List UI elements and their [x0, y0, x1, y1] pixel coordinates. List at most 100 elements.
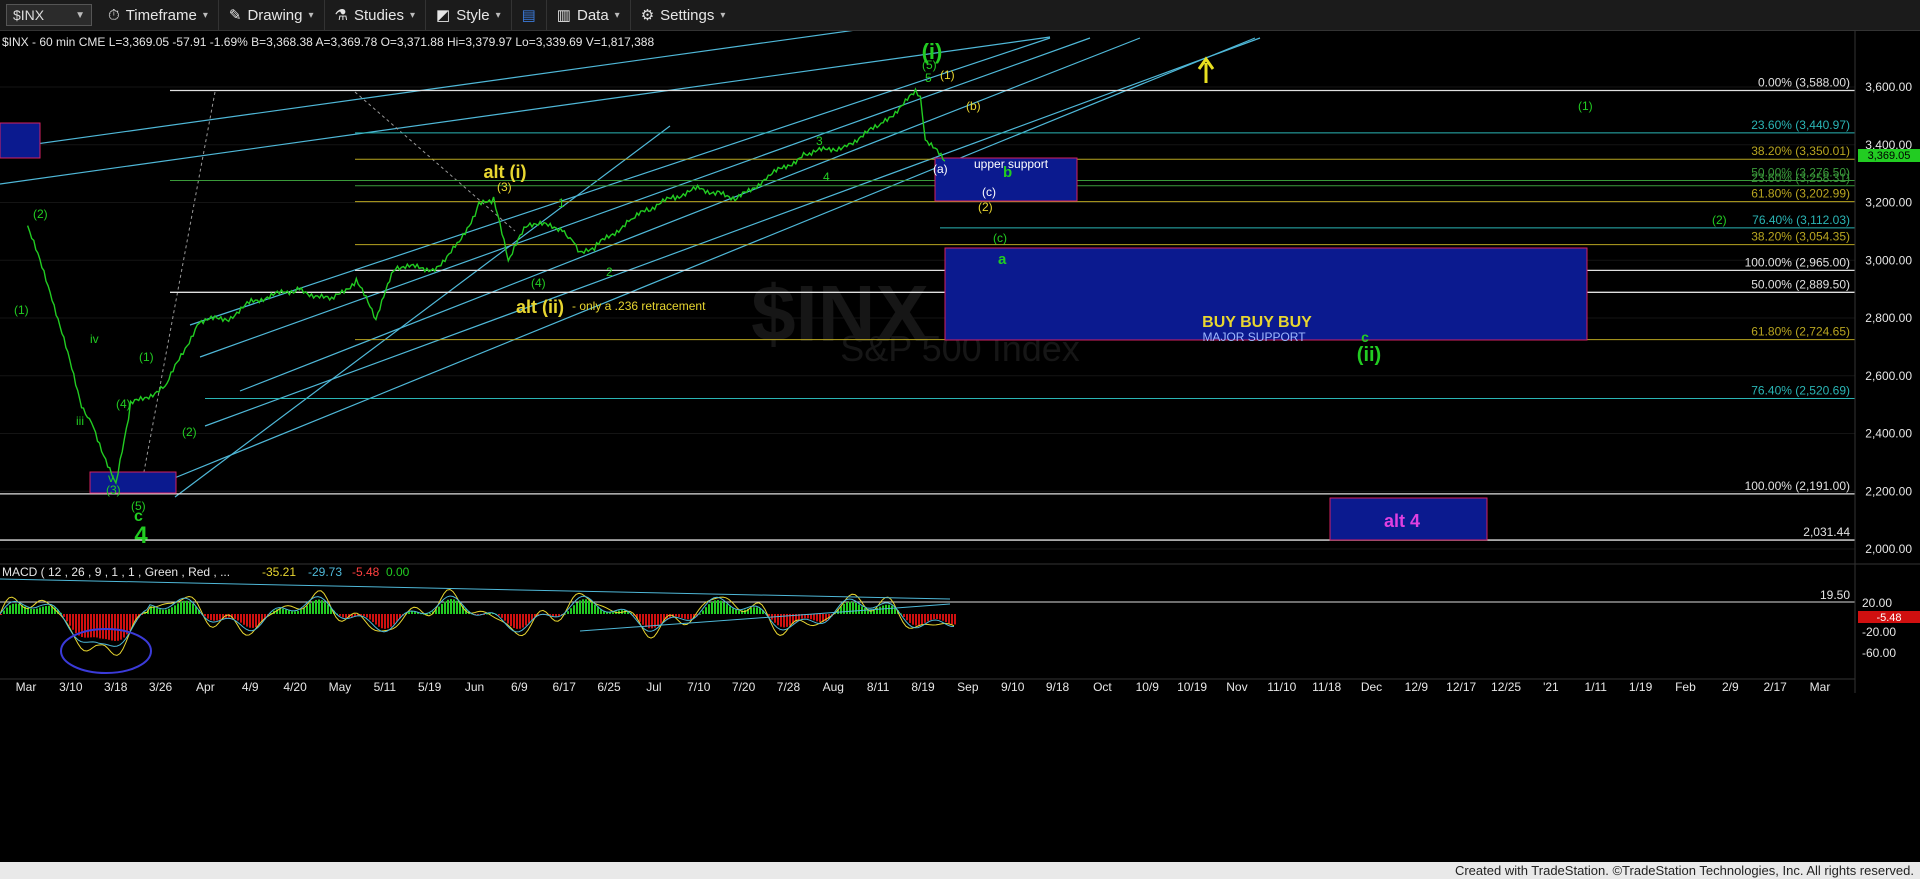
- macd-bar: [879, 606, 881, 614]
- x-tick-label: Nov: [1226, 680, 1247, 694]
- left-support-box[interactable]: [0, 122, 41, 159]
- x-tick-label: 6/9: [511, 680, 528, 694]
- fib-label: 100.00% (2,191.00): [1745, 479, 1850, 493]
- macd-bar: [885, 604, 887, 614]
- macd-bar: [918, 614, 920, 626]
- macd-histogram: [0, 599, 956, 641]
- label-4-aug: 4: [823, 170, 830, 184]
- label-iii: iii: [76, 414, 84, 428]
- symbol-selector[interactable]: $INX ▼: [6, 4, 92, 26]
- fib-label: 76.40% (3,112.03): [1752, 213, 1850, 227]
- macd-bar: [39, 607, 41, 614]
- x-tick-label: 4/20: [283, 680, 307, 694]
- macd-bar: [366, 614, 368, 618]
- macd-bar: [816, 614, 818, 622]
- bar-chart-icon: ▥: [556, 7, 571, 24]
- macd-bar: [903, 614, 905, 618]
- x-tick-label: 4/9: [242, 680, 259, 694]
- studies-menu[interactable]: ⚗ Studies ▾: [325, 0, 427, 30]
- y-tick-label: 2,800.00: [1865, 311, 1912, 325]
- macd-bar: [510, 614, 512, 627]
- style-menu[interactable]: ◩ Style ▾: [426, 0, 512, 30]
- settings-menu[interactable]: ⚙ Settings ▾: [631, 0, 736, 30]
- macd-bar: [171, 607, 173, 614]
- label-4-jun: (4): [531, 276, 546, 290]
- y-tick-label: 2,600.00: [1865, 369, 1912, 383]
- macd-bar: [441, 603, 443, 614]
- macd-bar: [123, 614, 125, 638]
- macd-bar: [522, 614, 524, 628]
- gear-icon: ⚙: [640, 7, 655, 24]
- macd-bar: [681, 614, 683, 618]
- macd-bar: [567, 611, 569, 614]
- macd-bar: [105, 614, 107, 640]
- macd-bar: [168, 608, 170, 614]
- fib-label: 61.80% (3,202.99): [1751, 187, 1850, 201]
- macd-bar: [579, 600, 581, 614]
- symbol-text: $INX: [13, 7, 45, 23]
- wave-4-box[interactable]: [89, 471, 177, 494]
- label-iv: iv: [90, 332, 99, 346]
- fib-label: 61.80% (2,724.65): [1751, 325, 1850, 339]
- layout-button[interactable]: ▤: [512, 0, 547, 30]
- timeframe-menu[interactable]: ⏱ Timeframe ▾: [98, 0, 219, 30]
- macd-bar: [774, 614, 776, 623]
- macd-bar: [447, 599, 449, 614]
- macd-bar: [3, 610, 5, 614]
- x-tick-label: Oct: [1093, 680, 1112, 694]
- x-tick-label: 7/28: [777, 680, 801, 694]
- macd-bar: [300, 609, 302, 614]
- macd-bar: [939, 614, 941, 620]
- macd-bar: [702, 610, 704, 614]
- x-tick-label: 10/9: [1136, 680, 1160, 694]
- macd-bar: [372, 614, 374, 623]
- macd-bar: [921, 614, 923, 625]
- macd-axis-label: 20.00: [1862, 596, 1892, 610]
- macd-bar: [759, 608, 761, 614]
- pencil-icon: ✎: [228, 7, 242, 24]
- macd-bar: [387, 614, 389, 629]
- x-tick-label: Apr: [196, 680, 215, 694]
- label-a: a: [998, 251, 1007, 268]
- macd-bar: [657, 614, 659, 626]
- macd-bar: [408, 612, 410, 614]
- data-menu[interactable]: ▥ Data ▾: [547, 0, 631, 30]
- macd-bar: [516, 614, 518, 629]
- chevron-down-icon: ▾: [410, 9, 416, 21]
- annotation-alt-4: alt 4: [1384, 511, 1420, 531]
- macd-bar: [456, 600, 458, 614]
- x-tick-label: Jul: [646, 680, 661, 694]
- label-1-yellow: (1): [940, 68, 955, 82]
- annotation-major-support: MAJOR SUPPORT: [1202, 330, 1306, 344]
- macd-bar: [285, 609, 287, 614]
- x-tick-label: 5/19: [418, 680, 442, 694]
- macd-bar: [9, 605, 11, 614]
- label-a-white: (a): [933, 162, 948, 176]
- macd-bar: [507, 614, 509, 624]
- macd-bar: [393, 614, 395, 625]
- macd-value-2: -29.73: [308, 565, 342, 579]
- macd-bar: [30, 608, 32, 614]
- x-tick-label: Mar: [16, 680, 37, 694]
- price-chart[interactable]: $INX S&P 500 Index $INX - 60 min CME L=3…: [0, 31, 1920, 861]
- macd-value-3: -5.48: [352, 565, 380, 579]
- macd-bar: [843, 603, 845, 614]
- macd-bar: [813, 614, 815, 621]
- channel-line: [204, 37, 1261, 427]
- macd-bar: [255, 614, 257, 628]
- fib-label: 76.40% (2,520.69): [1751, 384, 1850, 398]
- macd-bar: [714, 600, 716, 614]
- x-tick-label: 12/17: [1446, 680, 1476, 694]
- macd-bar: [63, 614, 65, 617]
- fib-label: 2,031.44: [1803, 525, 1850, 539]
- macd-bar: [36, 608, 38, 614]
- label-c-white: (c): [982, 185, 996, 199]
- macd-bar: [756, 607, 758, 614]
- x-tick-label: 3/10: [59, 680, 83, 694]
- fib-label: 38.20% (3,054.35): [1751, 230, 1850, 244]
- macd-bar: [849, 601, 851, 614]
- x-tick-label: 12/25: [1491, 680, 1521, 694]
- drawing-menu[interactable]: ✎ Drawing ▾: [219, 0, 325, 30]
- macd-bar: [210, 614, 212, 621]
- macd-bar: [309, 603, 311, 614]
